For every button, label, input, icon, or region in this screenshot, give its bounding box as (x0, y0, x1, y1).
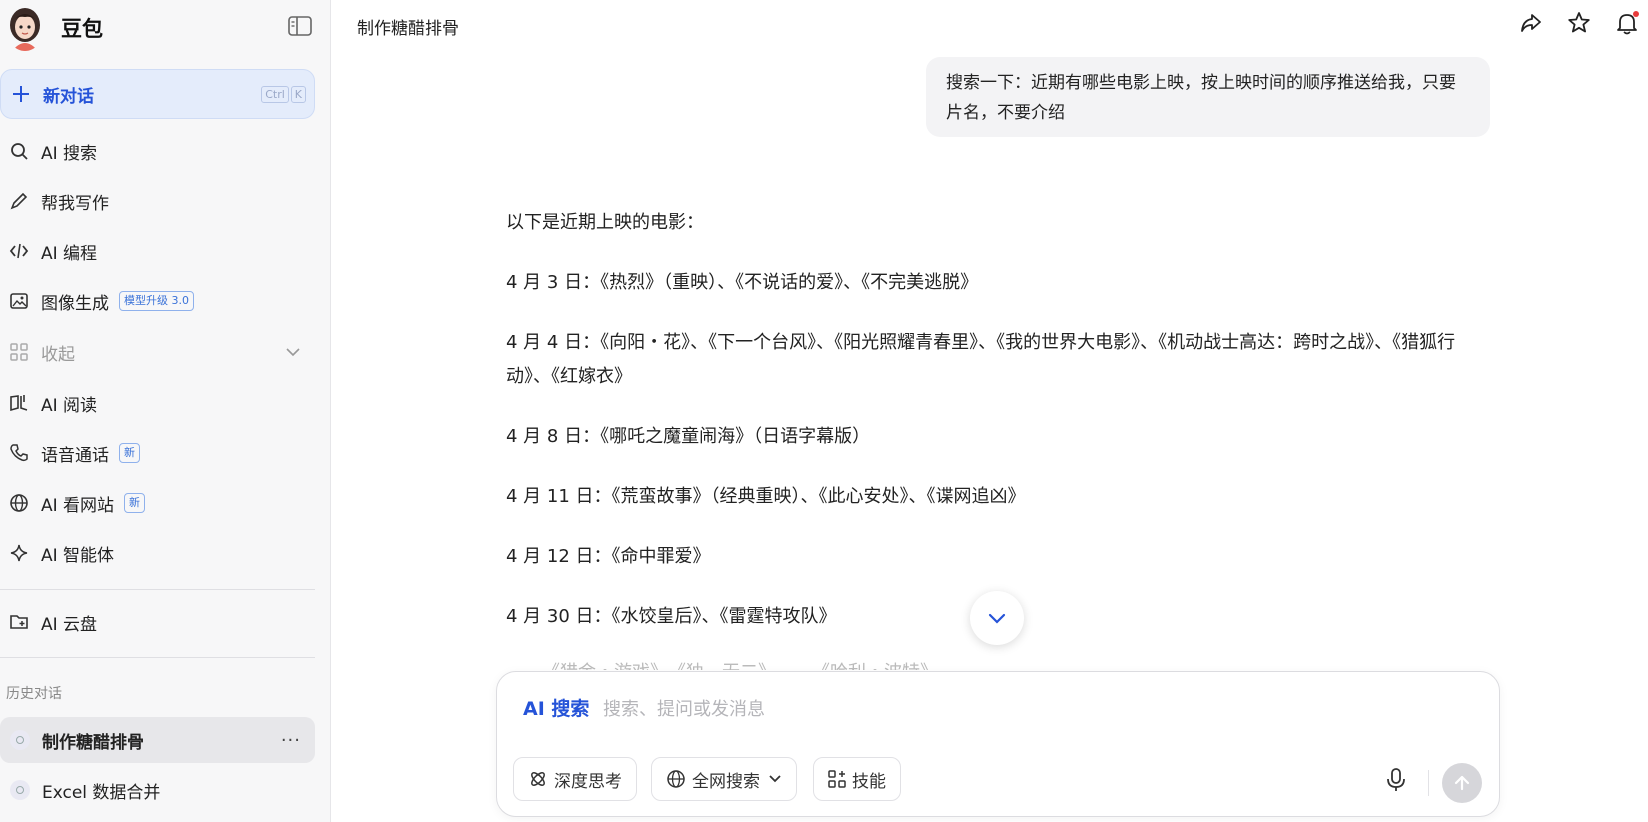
message-composer: AI 搜索 搜索、提问或发消息 深度思考 全网搜索 技能 (496, 671, 1500, 817)
share-icon[interactable] (1518, 10, 1544, 36)
star-icon[interactable] (1566, 10, 1592, 36)
new-chat-button[interactable]: 新对话 Ctrl K (0, 69, 315, 119)
answer-line: 4 月 12 日：《命中罪爱》 (506, 546, 711, 567)
sidebar-toggle-icon[interactable] (288, 16, 312, 36)
divider (1428, 770, 1429, 796)
sidebar-item-label: AI 阅读 (41, 395, 98, 416)
avatar (6, 5, 44, 51)
code-icon (9, 241, 29, 261)
apps-icon (9, 342, 29, 362)
sidebar-item-cloud-drive[interactable]: AI 云盘 (0, 600, 315, 644)
sidebar-item-label: AI 搜索 (41, 143, 98, 164)
notification-dot (1633, 11, 1639, 17)
book-icon (9, 393, 29, 413)
plus-icon (13, 86, 29, 102)
sparkle-icon (9, 543, 29, 563)
answer-intro: 以下是近期上映的电影： (506, 212, 704, 233)
deep-think-icon (531, 772, 545, 786)
chip-label: 全网搜索 (692, 771, 760, 792)
history-item[interactable]: 制作糖醋排骨 ··· (0, 717, 315, 763)
header-actions (1518, 10, 1640, 36)
sidebar-item-label: AI 云盘 (41, 614, 98, 635)
sidebar-item-ai-search[interactable]: AI 搜索 (0, 129, 315, 173)
skills-button[interactable]: 技能 (813, 757, 901, 801)
sidebar-item-label: 语音通话 (41, 445, 109, 466)
scroll-to-bottom-button[interactable] (970, 591, 1024, 645)
answer-line: 4 月 3 日：《热烈》（重映）、《不说话的爱》、《不完美逃脱》 (506, 272, 979, 293)
chevron-down-icon (988, 613, 1006, 624)
bell-icon[interactable] (1614, 10, 1640, 36)
new-chat-label: 新对话 (43, 86, 94, 107)
sidebar-item-agents[interactable]: AI 智能体 (0, 531, 315, 575)
message-input[interactable]: 搜索、提问或发消息 (603, 695, 765, 721)
sidebar-item-web-view[interactable]: AI 看网站 新 (0, 481, 315, 525)
chevron-down-icon (285, 344, 301, 364)
chevron-down-icon (769, 775, 781, 783)
history-title: 制作糖醋排骨 (42, 732, 144, 753)
globe-icon (667, 770, 685, 788)
chip-label: 深度思考 (554, 771, 622, 792)
web-search-dropdown[interactable]: 全网搜索 (651, 757, 797, 801)
more-icon[interactable]: ··· (281, 730, 301, 751)
folder-icon (9, 612, 29, 632)
globe-icon (9, 493, 29, 513)
search-mode-label[interactable]: AI 搜索 (523, 694, 589, 721)
sidebar: 豆包 新对话 Ctrl K AI 搜索 帮我写作 AI 编程 图像生成 模型升级… (0, 0, 331, 822)
sidebar-item-writing[interactable]: 帮我写作 (0, 179, 315, 223)
chat-bubble-icon (10, 730, 30, 750)
phone-icon (9, 443, 29, 463)
new-badge: 新 (124, 493, 146, 513)
brand[interactable]: 豆包 (6, 5, 103, 51)
page-title: 制作糖醋排骨 (357, 19, 459, 39)
history-section-label: 历史对话 (6, 686, 62, 702)
divider (0, 657, 315, 658)
deep-think-button[interactable]: 深度思考 (513, 757, 637, 801)
sidebar-item-coding[interactable]: AI 编程 (0, 229, 315, 273)
sidebar-item-collapse[interactable]: 收起 (0, 330, 315, 374)
user-message: 搜索一下：近期有哪些电影上映，按上映时间的顺序推送给我，只要片名，不要介绍 (926, 57, 1490, 137)
answer-line: 4 月 8 日：《哪吒之魔童闹海》（日语字幕版） (506, 426, 871, 447)
sidebar-item-label: 帮我写作 (41, 193, 109, 214)
sidebar-item-label: 收起 (41, 344, 75, 365)
send-button[interactable] (1442, 763, 1482, 803)
sidebar-item-label: AI 看网站 (41, 495, 115, 516)
answer-line: 4 月 4 日：《向阳・花》、《下一个台风》、《阳光照耀青春里》、《我的世界大电… (506, 332, 1456, 387)
sidebar-item-image-gen[interactable]: 图像生成 模型升级 3.0 (0, 279, 315, 323)
arrow-up-icon (1454, 775, 1470, 791)
search-icon (9, 141, 29, 161)
sidebar-item-label: AI 智能体 (41, 545, 115, 566)
chip-label: 技能 (852, 771, 886, 792)
microphone-icon[interactable] (1385, 767, 1407, 797)
history-title: Excel 数据合并 (42, 782, 161, 803)
upgrade-badge: 模型升级 3.0 (119, 291, 194, 311)
sidebar-item-label: AI 编程 (41, 243, 98, 264)
app-name: 豆包 (61, 17, 103, 41)
answer-partial-line: ……《猎金・游戏》、《独一无二》……《哈利・波特》…… (506, 658, 1491, 670)
sidebar-item-voice-call[interactable]: 语音通话 新 (0, 431, 315, 475)
divider (0, 589, 315, 590)
image-icon (9, 291, 29, 311)
answer-line: 4 月 11 日：《荒蛮故事》（经典重映）、《此心安处》、《谍网追凶》 (506, 486, 1026, 507)
history-item[interactable]: Excel 数据合并 (0, 767, 315, 813)
skills-icon (828, 770, 846, 788)
new-badge: 新 (119, 443, 140, 463)
chat-bubble-icon (10, 780, 30, 800)
shortcut-hint: Ctrl K (261, 86, 306, 103)
sidebar-item-label: 图像生成 (41, 293, 109, 314)
sidebar-item-reading[interactable]: AI 阅读 (0, 381, 315, 425)
pen-icon (9, 191, 29, 211)
